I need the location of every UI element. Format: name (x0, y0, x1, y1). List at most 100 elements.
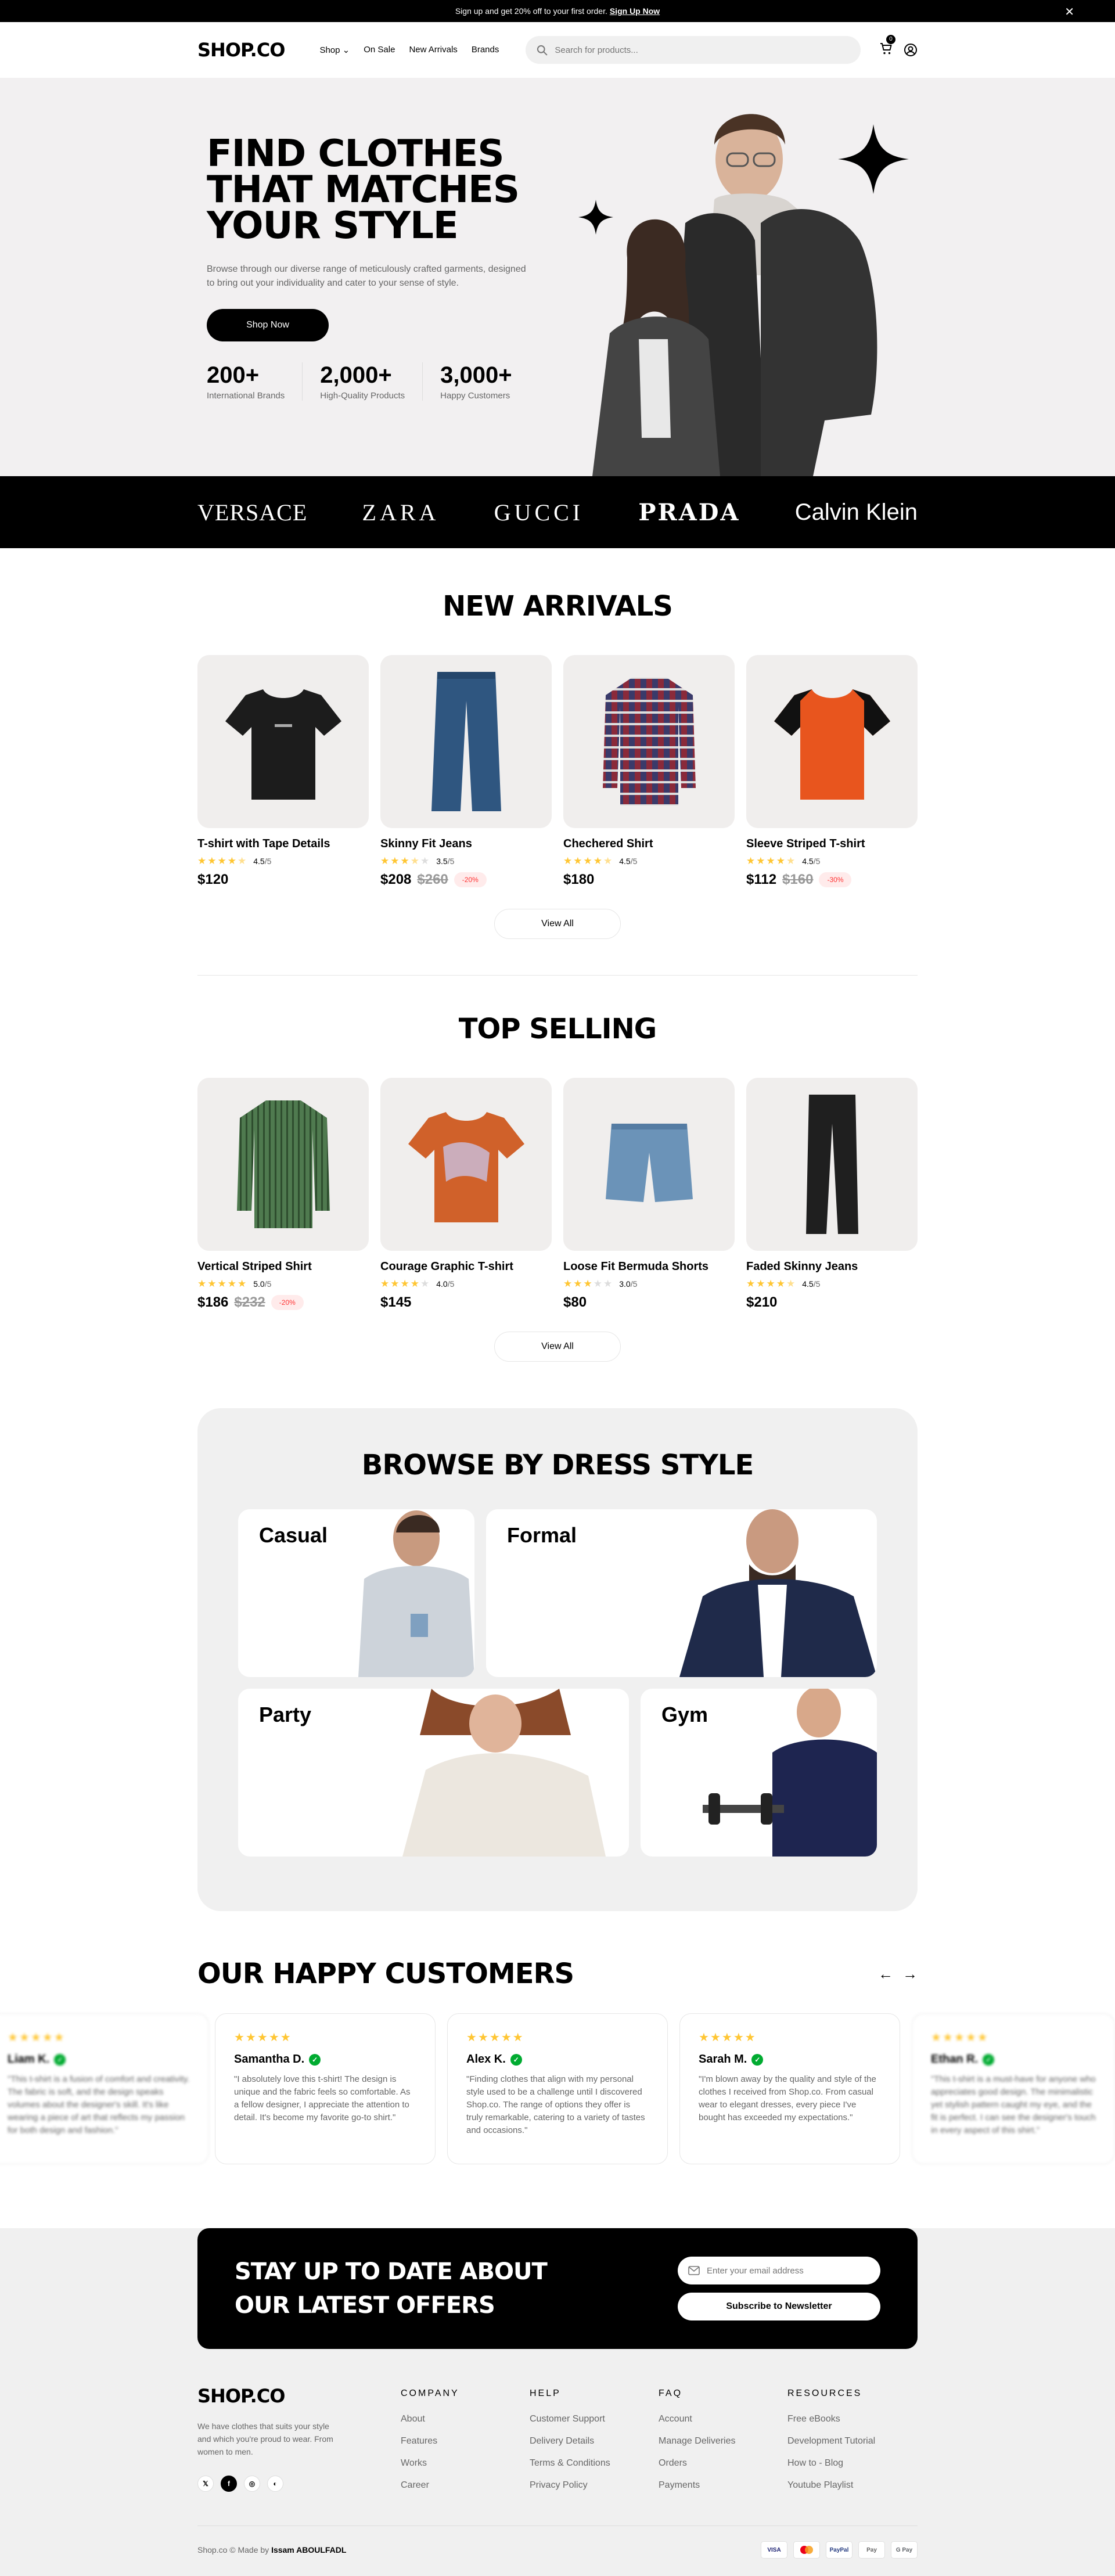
rating-score: 3.0/5 (619, 1279, 637, 1289)
stat-label: Happy Customers (440, 391, 510, 401)
product-card[interactable]: Loose Fit Bermuda Shorts ★★★★★ 3.0/5 $80 (563, 1078, 735, 1311)
arrow-right-icon[interactable]: → (902, 1965, 918, 1983)
discount-badge: -20% (454, 872, 487, 887)
star-icon: ★ (733, 2031, 745, 2044)
reviewer: Liam K. ✓ (8, 2053, 190, 2066)
rating-stars: ★★★★★ (746, 1278, 796, 1290)
star-icon: ★ (238, 1278, 248, 1289)
footer-link[interactable]: Terms & Conditions (530, 2458, 659, 2469)
stat-number: 200+ (207, 362, 260, 388)
nav-shop[interactable]: Shop ⌄ (319, 45, 350, 55)
footer-link[interactable]: Account (659, 2414, 787, 2424)
arrow-left-icon[interactable]: ← (878, 1965, 893, 1983)
brand-calvin-klein[interactable]: Calvin Klein (795, 499, 918, 526)
copyright-text: Shop.co © Made by (197, 2545, 269, 2555)
star-icon: ★ (280, 2031, 292, 2044)
star-icon: ★ (744, 2031, 757, 2044)
rating-suffix: /5 (447, 1279, 455, 1289)
product-rating: ★★★★★ 4.5/5 (746, 1278, 918, 1290)
style-label: Formal (507, 1523, 577, 1547)
star-icon: ★ (593, 855, 603, 866)
view-all-top-selling-button[interactable]: View All (494, 1332, 621, 1362)
footer-col-title: FAQ (659, 2388, 683, 2398)
footer-col-help: HELP Customer Support Delivery Details T… (530, 2385, 659, 2502)
footer-link[interactable]: Delivery Details (530, 2436, 659, 2447)
footer-link[interactable]: About (401, 2414, 530, 2424)
product-price: $210 (746, 1294, 778, 1310)
email-field[interactable] (678, 2257, 880, 2284)
product-rating: ★★★★★ 3.5/5 (380, 855, 552, 867)
brand-gucci[interactable]: GUCCI (494, 499, 584, 526)
footer-link[interactable]: Privacy Policy (530, 2480, 659, 2491)
footer-link[interactable]: How to - Blog (787, 2458, 916, 2469)
nav-new-arrivals[interactable]: New Arrivals (409, 45, 457, 55)
footer-link[interactable]: Customer Support (530, 2414, 659, 2424)
footer-link[interactable]: Payments (659, 2480, 787, 2491)
product-card[interactable]: Faded Skinny Jeans ★★★★★ 4.5/5 $210 (746, 1078, 918, 1311)
browse-section: BROWSE BY DRESS STYLE Casual Formal Part… (197, 1408, 918, 1911)
instagram-icon[interactable]: ◎ (244, 2476, 260, 2492)
footer-link[interactable]: Manage Deliveries (659, 2436, 787, 2447)
product-card[interactable]: Courage Graphic T-shirt ★★★★★ 4.0/5 $145 (380, 1078, 552, 1311)
brand-versace[interactable]: VERSACE (197, 499, 307, 526)
shop-now-button[interactable]: Shop Now (207, 309, 329, 341)
star-icon: ★ (583, 1278, 594, 1289)
footer-link[interactable]: Youtube Playlist (787, 2480, 916, 2491)
product-card[interactable]: Sleeve Striped T-shirt ★★★★★ 4.5/5 $112 $1… (746, 655, 918, 888)
twitter-icon[interactable]: 𝕏 (197, 2476, 214, 2492)
product-card[interactable]: T-shirt with Tape Details ★★★★★ 4.5/5 $12… (197, 655, 369, 888)
nav-brands[interactable]: Brands (472, 45, 499, 55)
brand-zara[interactable]: ZARA (362, 499, 440, 526)
facebook-icon[interactable]: f (221, 2476, 237, 2492)
subscribe-button[interactable]: Subscribe to Newsletter (678, 2293, 880, 2320)
footer-link[interactable]: Career (401, 2480, 530, 2491)
star-icon: ★ (400, 855, 411, 866)
top-selling-title: TOP SELLING (458, 1013, 657, 1045)
sign-up-link[interactable]: Sign Up Now (610, 6, 660, 16)
social-links: 𝕏 f ◎ ◐ (197, 2476, 401, 2492)
star-icon: ★ (8, 2031, 19, 2044)
footer-link[interactable]: Development Tutorial (787, 2436, 916, 2447)
visa-icon: VISA (761, 2541, 787, 2559)
product-rating: ★★★★★ 4.0/5 (380, 1278, 552, 1290)
close-icon[interactable]: ✕ (1064, 5, 1074, 19)
footer-about: We have clothes that suits your style an… (197, 2422, 333, 2456)
product-card[interactable]: Chechered Shirt ★★★★★ 4.5/5 $180 (563, 655, 735, 888)
cart-button[interactable]: 0 (879, 34, 895, 59)
search-input[interactable] (555, 45, 851, 55)
logo[interactable]: SHOP.CO (197, 39, 285, 61)
footer-link[interactable]: Free eBooks (787, 2414, 916, 2424)
star-icon: ★ (390, 1278, 401, 1289)
email-input[interactable] (707, 2265, 870, 2276)
rating-stars: ★★★★★ (197, 1278, 247, 1290)
product-name: Vertical Striped Shirt (197, 1260, 312, 1273)
rating-value: 4.5 (802, 857, 814, 866)
product-card[interactable]: Vertical Striped Shirt ★★★★★ 5.0/5 $186 $2… (197, 1078, 369, 1311)
footer-link[interactable]: Features (401, 2436, 530, 2447)
rating-score: 4.5/5 (802, 857, 820, 866)
style-tile-party[interactable]: Party (238, 1689, 629, 1857)
account-icon[interactable] (904, 43, 918, 57)
footer-link[interactable]: Orders (659, 2458, 787, 2469)
rating-value: 4.5 (253, 857, 265, 866)
search-bar[interactable] (526, 36, 861, 64)
product-card[interactable]: Skinny Fit Jeans ★★★★★ 3.5/5 $208 $260 -20% (380, 655, 552, 888)
brand-prada[interactable]: PRADA (638, 499, 740, 526)
footer-logo[interactable]: SHOP.CO (197, 2385, 401, 2407)
footer-link[interactable]: Works (401, 2458, 530, 2469)
star-icon: ★ (776, 855, 786, 866)
view-all-new-arrivals-button[interactable]: View All (494, 909, 621, 939)
style-tile-formal[interactable]: Formal (486, 1509, 877, 1677)
star-icon: ★ (42, 2031, 54, 2044)
style-label: Casual (259, 1523, 328, 1547)
style-tile-gym[interactable]: Gym (641, 1689, 877, 1857)
discount-badge: -30% (819, 872, 852, 887)
stat-number: 2,000+ (320, 362, 392, 388)
github-icon[interactable]: ◐ (267, 2476, 283, 2492)
star-icon: ★ (563, 1278, 574, 1289)
nav-on-sale[interactable]: On Sale (364, 45, 395, 55)
footer-col-title: HELP (530, 2388, 561, 2398)
new-arrivals-grid: T-shirt with Tape Details ★★★★★ 4.5/5 $12… (197, 655, 918, 888)
promo-banner: Sign up and get 20% off to your first or… (0, 0, 1115, 22)
style-tile-casual[interactable]: Casual (238, 1509, 474, 1677)
